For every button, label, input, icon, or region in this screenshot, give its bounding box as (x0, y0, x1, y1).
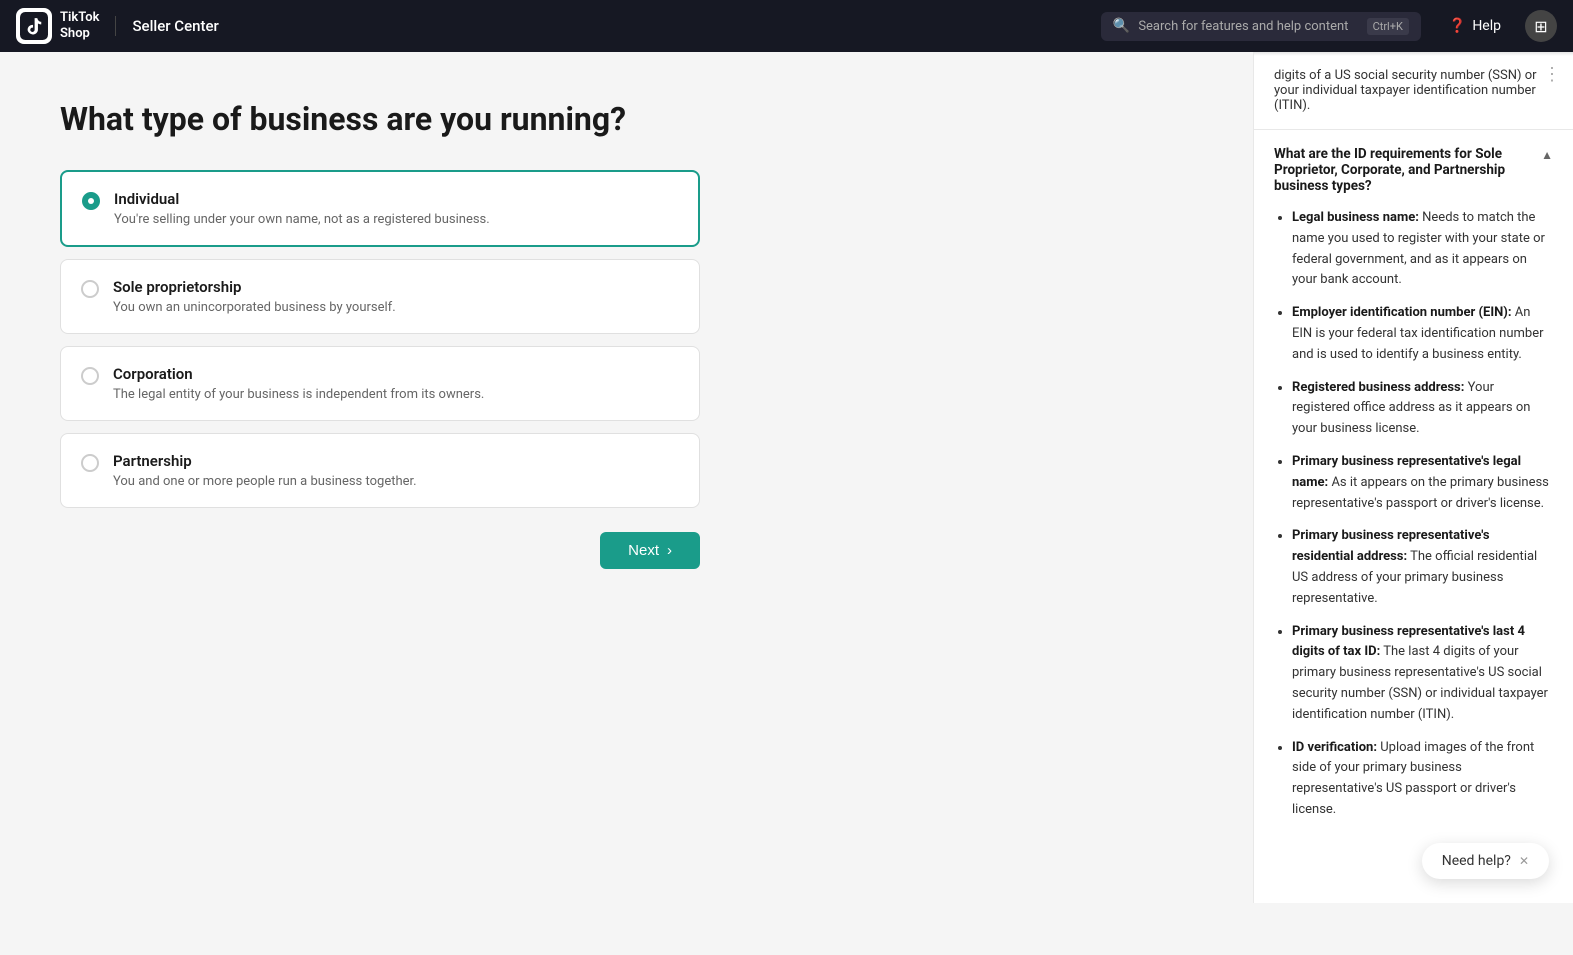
need-help-widget[interactable]: Need help? ✕ (1422, 843, 1549, 879)
option-sole-proprietorship[interactable]: Sole proprietorship You own an unincorpo… (60, 259, 700, 334)
user-avatar[interactable]: ⊞ (1525, 10, 1557, 42)
page-title: What type of business are you running? (60, 100, 1193, 138)
help-item-rep-name-text: As it appears on the primary business re… (1292, 475, 1549, 511)
need-help-label: Need help? (1442, 853, 1511, 869)
help-item-id-verification-label: ID verification: (1292, 740, 1377, 755)
option-corporation-text: Corporation The legal entity of your bus… (113, 365, 679, 402)
help-button[interactable]: ❓ Help (1449, 18, 1501, 34)
tiktok-logo[interactable]: TikTokShop (16, 8, 99, 44)
help-item-rep-address: Primary business representative's reside… (1292, 526, 1553, 609)
search-shortcut: Ctrl+K (1367, 18, 1409, 35)
radio-individual (82, 192, 100, 210)
avatar-icon: ⊞ (1534, 17, 1547, 36)
help-items-list: Legal business name: Needs to match the … (1274, 208, 1553, 821)
help-item-rep-name: Primary business representative's legal … (1292, 452, 1553, 514)
help-top-scroll-text: digits of a US social security number (S… (1254, 52, 1573, 130)
help-id-requirements-section: What are the ID requirements for Sole Pr… (1254, 130, 1573, 849)
tiktok-icon (16, 8, 52, 44)
scroll-dots-icon: ⋮ (1543, 64, 1561, 85)
center-panel: What type of business are you running? I… (0, 52, 1253, 903)
search-icon: 🔍 (1113, 18, 1130, 34)
option-partnership-text: Partnership You and one or more people r… (113, 452, 679, 489)
option-corporation[interactable]: Corporation The legal entity of your bus… (60, 346, 700, 421)
actions-row: Next › (60, 532, 700, 569)
help-item-ein-label: Employer identification number (EIN): (1292, 305, 1512, 320)
radio-sole-proprietorship (81, 280, 99, 298)
help-item-id-verification: ID verification: Upload images of the fr… (1292, 738, 1553, 821)
option-sole-proprietorship-text: Sole proprietorship You own an unincorpo… (113, 278, 679, 315)
option-sole-proprietorship-desc: You own an unincorporated business by yo… (113, 300, 679, 315)
option-partnership[interactable]: Partnership You and one or more people r… (60, 433, 700, 508)
help-item-legal-name-label: Legal business name: (1292, 210, 1419, 225)
help-top-text: digits of a US social security number (S… (1274, 68, 1537, 113)
help-section-content: Legal business name: Needs to match the … (1274, 208, 1553, 821)
next-button[interactable]: Next › (600, 532, 700, 569)
search-placeholder: Search for features and help content (1138, 19, 1358, 34)
main-layout: What type of business are you running? I… (0, 52, 1573, 903)
help-sidebar: digits of a US social security number (S… (1253, 52, 1573, 903)
radio-corporation (81, 367, 99, 385)
need-help-close-icon[interactable]: ✕ (1519, 854, 1529, 868)
need-help-bubble: Need help? ✕ (1422, 843, 1549, 879)
app-header: TikTokShop Seller Center 🔍 Search for fe… (0, 0, 1573, 52)
help-item-ein: Employer identification number (EIN): An… (1292, 303, 1553, 365)
option-partnership-name: Partnership (113, 452, 679, 470)
header-divider (115, 16, 116, 36)
option-individual-desc: You're selling under your own name, not … (114, 212, 678, 227)
option-sole-proprietorship-name: Sole proprietorship (113, 278, 679, 296)
help-item-address: Registered business address: Your regist… (1292, 378, 1553, 440)
help-item-address-label: Registered business address: (1292, 380, 1464, 395)
radio-partnership (81, 454, 99, 472)
option-individual[interactable]: Individual You're selling under your own… (60, 170, 700, 247)
business-type-options: Individual You're selling under your own… (60, 170, 700, 508)
option-individual-name: Individual (114, 190, 678, 208)
logo-text: TikTokShop (60, 10, 99, 41)
next-label: Next (628, 542, 659, 559)
option-corporation-name: Corporation (113, 365, 679, 383)
help-section-title-text: What are the ID requirements for Sole Pr… (1274, 146, 1533, 194)
help-section-title-row[interactable]: What are the ID requirements for Sole Pr… (1274, 146, 1553, 194)
chevron-up-icon: ▲ (1541, 148, 1553, 162)
next-arrow-icon: › (667, 542, 672, 559)
option-individual-text: Individual You're selling under your own… (114, 190, 678, 227)
app-name: Seller Center (132, 17, 218, 35)
help-icon: ❓ (1449, 18, 1466, 34)
help-item-legal-name: Legal business name: Needs to match the … (1292, 208, 1553, 291)
help-item-tax-id: Primary business representative's last 4… (1292, 622, 1553, 726)
option-partnership-desc: You and one or more people run a busines… (113, 474, 679, 489)
search-bar[interactable]: 🔍 Search for features and help content C… (1101, 12, 1421, 41)
option-corporation-desc: The legal entity of your business is ind… (113, 387, 679, 402)
help-label: Help (1472, 18, 1501, 34)
